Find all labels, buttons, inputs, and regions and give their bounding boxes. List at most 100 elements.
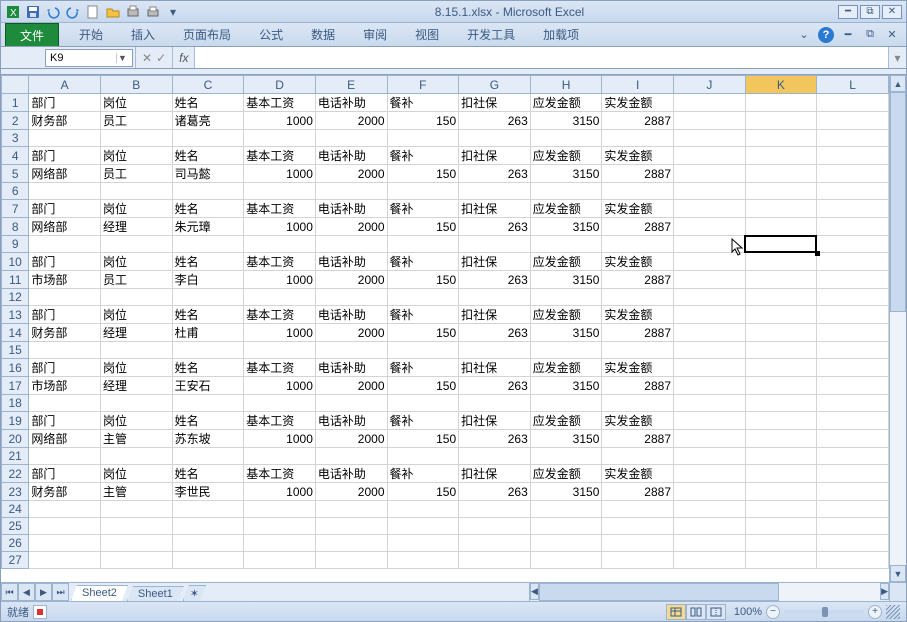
cell-G13[interactable]: 扣社保 (459, 306, 531, 324)
cell-C24[interactable] (172, 501, 244, 518)
cell-K8[interactable] (745, 218, 817, 236)
cell-A6[interactable] (29, 183, 101, 200)
cell-I25[interactable] (602, 518, 674, 535)
cell-E24[interactable] (315, 501, 387, 518)
column-header-I[interactable]: I (602, 76, 674, 94)
cell-K20[interactable] (745, 430, 817, 448)
cell-A26[interactable] (29, 535, 101, 552)
cell-H10[interactable]: 应发金额 (530, 253, 602, 271)
scroll-down-button[interactable]: ▼ (890, 565, 906, 582)
cell-F12[interactable] (387, 289, 459, 306)
cell-H2[interactable]: 3150 (530, 112, 602, 130)
cell-L1[interactable] (817, 94, 889, 112)
cell-D11[interactable]: 1000 (244, 271, 316, 289)
cell-I11[interactable]: 2887 (602, 271, 674, 289)
cell-G11[interactable]: 263 (459, 271, 531, 289)
tab-next-button[interactable]: ▶ (35, 583, 52, 601)
cell-J9[interactable] (674, 236, 746, 253)
name-box-dropdown-icon[interactable]: ▼ (116, 53, 128, 63)
workbook-restore-button[interactable]: ⧉ (862, 28, 878, 42)
cell-C10[interactable]: 姓名 (172, 253, 244, 271)
cell-E23[interactable]: 2000 (315, 483, 387, 501)
cell-B26[interactable] (101, 535, 173, 552)
cell-C26[interactable] (172, 535, 244, 552)
cell-K3[interactable] (745, 130, 817, 147)
cell-J14[interactable] (674, 324, 746, 342)
print-preview-icon[interactable] (125, 4, 141, 20)
cell-J19[interactable] (674, 412, 746, 430)
cell-H26[interactable] (530, 535, 602, 552)
cell-D22[interactable]: 基本工资 (244, 465, 316, 483)
row-header-11[interactable]: 11 (2, 271, 29, 289)
cell-H15[interactable] (530, 342, 602, 359)
cell-G14[interactable]: 263 (459, 324, 531, 342)
cell-B5[interactable]: 员工 (101, 165, 173, 183)
row-header-17[interactable]: 17 (2, 377, 29, 395)
cell-J16[interactable] (674, 359, 746, 377)
cell-K14[interactable] (745, 324, 817, 342)
cell-D1[interactable]: 基本工资 (244, 94, 316, 112)
cell-A2[interactable]: 财务部 (29, 112, 101, 130)
cell-E11[interactable]: 2000 (315, 271, 387, 289)
tab-home[interactable]: 开始 (65, 23, 117, 46)
cell-K5[interactable] (745, 165, 817, 183)
cell-H17[interactable]: 3150 (530, 377, 602, 395)
cell-F22[interactable]: 餐补 (387, 465, 459, 483)
cell-G19[interactable]: 扣社保 (459, 412, 531, 430)
cell-F18[interactable] (387, 395, 459, 412)
view-page-break-button[interactable] (706, 604, 726, 620)
cell-H20[interactable]: 3150 (530, 430, 602, 448)
cell-L27[interactable] (817, 552, 889, 569)
cell-G20[interactable]: 263 (459, 430, 531, 448)
cell-L20[interactable] (817, 430, 889, 448)
cell-H23[interactable]: 3150 (530, 483, 602, 501)
cell-F13[interactable]: 餐补 (387, 306, 459, 324)
cell-C2[interactable]: 诸葛亮 (172, 112, 244, 130)
cell-L25[interactable] (817, 518, 889, 535)
macro-record-icon[interactable] (33, 605, 47, 619)
cell-K9[interactable] (745, 236, 817, 253)
column-header-B[interactable]: B (101, 76, 173, 94)
cell-D7[interactable]: 基本工资 (244, 200, 316, 218)
cell-J20[interactable] (674, 430, 746, 448)
cell-D21[interactable] (244, 448, 316, 465)
cell-D4[interactable]: 基本工资 (244, 147, 316, 165)
cell-C4[interactable]: 姓名 (172, 147, 244, 165)
cell-A14[interactable]: 财务部 (29, 324, 101, 342)
row-header-15[interactable]: 15 (2, 342, 29, 359)
cell-C7[interactable]: 姓名 (172, 200, 244, 218)
cell-C12[interactable] (172, 289, 244, 306)
cell-B21[interactable] (101, 448, 173, 465)
cell-B24[interactable] (101, 501, 173, 518)
cell-I27[interactable] (602, 552, 674, 569)
cell-K2[interactable] (745, 112, 817, 130)
cell-E17[interactable]: 2000 (315, 377, 387, 395)
cell-I7[interactable]: 实发金额 (602, 200, 674, 218)
sheet-tab-sheet1[interactable]: Sheet1 (127, 586, 184, 601)
zoom-in-button[interactable]: + (868, 605, 882, 619)
cell-E8[interactable]: 2000 (315, 218, 387, 236)
redo-icon[interactable] (65, 4, 81, 20)
quick-print-icon[interactable] (145, 4, 161, 20)
vscroll-track[interactable] (890, 92, 906, 565)
horizontal-scrollbar[interactable]: ◀ ▶ (529, 583, 889, 601)
cell-B14[interactable]: 经理 (101, 324, 173, 342)
cell-L3[interactable] (817, 130, 889, 147)
cell-D16[interactable]: 基本工资 (244, 359, 316, 377)
row-header-24[interactable]: 24 (2, 501, 29, 518)
cell-I10[interactable]: 实发金额 (602, 253, 674, 271)
cell-D10[interactable]: 基本工资 (244, 253, 316, 271)
cell-B16[interactable]: 岗位 (101, 359, 173, 377)
cell-F8[interactable]: 150 (387, 218, 459, 236)
zoom-level-label[interactable]: 100% (734, 606, 762, 618)
cell-I24[interactable] (602, 501, 674, 518)
select-all-corner[interactable] (2, 76, 29, 94)
cell-G26[interactable] (459, 535, 531, 552)
cell-C9[interactable] (172, 236, 244, 253)
cell-K12[interactable] (745, 289, 817, 306)
fx-label-icon[interactable]: fx (173, 47, 195, 68)
cell-L23[interactable] (817, 483, 889, 501)
cell-B19[interactable]: 岗位 (101, 412, 173, 430)
tab-last-button[interactable]: ⏭ (52, 583, 69, 601)
cell-F5[interactable]: 150 (387, 165, 459, 183)
